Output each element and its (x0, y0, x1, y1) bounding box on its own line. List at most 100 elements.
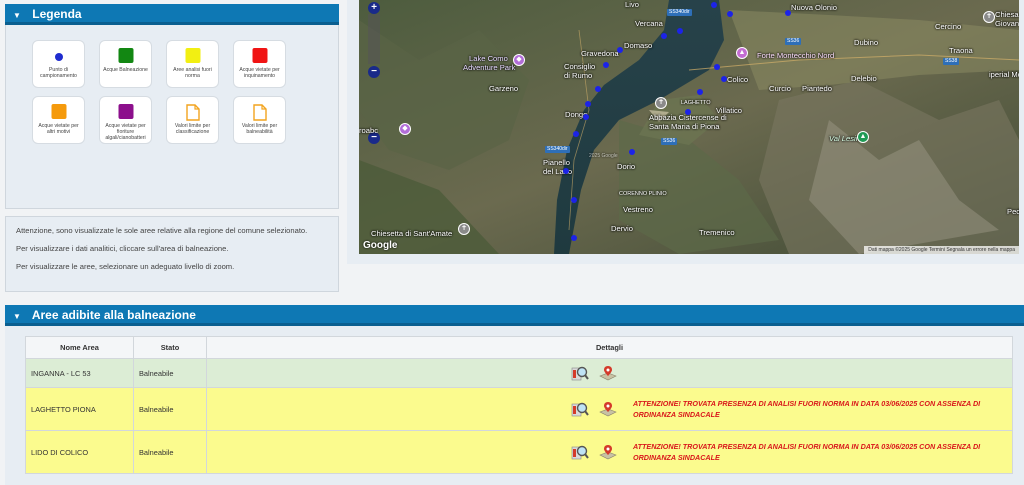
legend-item-other-ban[interactable]: Acque vietate per altri motivi (32, 96, 85, 144)
map-pin-icon[interactable] (599, 400, 617, 418)
green-square-icon (118, 48, 133, 63)
alert-message: ATTENZIONE! TROVATA PRESENZA DI ANALISI … (633, 399, 981, 419)
area-details (206, 358, 1013, 388)
orange-square-icon (51, 104, 66, 119)
sampling-point-marker[interactable] (685, 109, 691, 115)
red-square-icon (252, 48, 267, 63)
satellite-map[interactable]: + − − Livo Vercana Nuova Olonio Cercino … (359, 0, 1019, 254)
area-name: LAGHETTO PIONA (25, 387, 134, 431)
sampling-point-marker[interactable] (661, 33, 667, 39)
map-label-laghetto: LAGHETTO (681, 100, 711, 106)
map-label-pede: Pede (1007, 207, 1019, 216)
church-pin-icon[interactable]: ✝ (458, 223, 470, 235)
sampling-point-marker[interactable] (617, 47, 623, 53)
sampling-point-marker[interactable] (697, 89, 703, 95)
info-line: Per visualizzare le aree, selezionare un… (16, 262, 235, 271)
map-label-piantedo: Piantedo (802, 84, 832, 93)
map-label-dubino: Dubino (854, 38, 879, 47)
sampling-point-marker[interactable] (571, 197, 577, 203)
map-pin-icon[interactable] (599, 443, 617, 461)
area-status: Balneabile (133, 430, 207, 474)
legend-item-bathing-limits[interactable]: Valori limite per balneabilità (233, 96, 286, 144)
map-pin-icon[interactable] (599, 364, 617, 382)
map-label-chiesa: Chiesa (995, 10, 1019, 19)
park-pin-icon[interactable]: ▲ (857, 131, 869, 143)
map-label-nuova-olonio: Nuova Olonio (791, 3, 838, 12)
map-label-dorio: Dorio (617, 162, 636, 171)
area-details: ATTENZIONE! TROVATA PRESENZA DI ANALISI … (206, 387, 1013, 431)
map-label-livo: Livo (625, 0, 639, 9)
sampling-point-marker[interactable] (714, 64, 720, 70)
table-row[interactable]: INGANNA - LC 53 Balneabile (25, 358, 1013, 388)
map-label-watermark: 2025 Google (589, 153, 618, 159)
attraction-pin-icon[interactable]: ◆ (399, 123, 411, 135)
magnifier-analysis-icon[interactable] (571, 400, 589, 418)
legend-label: Acque vietate per altri motivi (38, 123, 79, 136)
map-label-garzeno: Garzeno (489, 84, 519, 93)
area-details: ATTENZIONE! TROVATA PRESENZA DI ANALISI … (206, 430, 1013, 474)
sampling-point-marker[interactable] (595, 86, 601, 92)
church-pin-icon[interactable]: ✝ (983, 11, 995, 23)
legend-label: Acque vietate per inquinamento (239, 67, 280, 80)
road-shield: SS36 (785, 38, 802, 45)
road-shield: SS36 (661, 138, 678, 145)
sampling-point-marker[interactable] (583, 114, 589, 120)
zoom-out-button[interactable]: − (368, 66, 380, 78)
legend-label: Aree analisi fuori norma (173, 67, 212, 80)
legend-item-sampling-point[interactable]: Punto di campionamento (32, 40, 85, 88)
blue-dot-icon (54, 53, 63, 61)
map-label-traona: Traona (949, 46, 973, 55)
legend-item-out-of-norm[interactable]: Aree analisi fuori norma (166, 40, 219, 88)
legend-header[interactable]: ▼ Legenda (5, 4, 339, 25)
table-row[interactable]: LAGHETTO PIONA Balneabile ATTENZIONE! TR… (25, 387, 1013, 431)
sampling-point-marker[interactable] (571, 235, 577, 241)
table-row[interactable]: LIDO DI COLICO Balneabile ATTENZIONE! TR… (25, 430, 1013, 474)
zoom-slider[interactable] (368, 14, 380, 64)
sampling-point-marker[interactable] (563, 168, 569, 174)
sampling-point-marker[interactable] (677, 28, 683, 34)
magnifier-analysis-icon[interactable] (571, 443, 589, 461)
sampling-point-marker[interactable] (721, 76, 727, 82)
map-label-lake-como: Lake Como (469, 54, 508, 63)
legend-grid: Punto di campionamento Acque Balneazione… (32, 40, 296, 144)
legend-label: Valori limite per balneabilità (241, 123, 278, 136)
legend-label: Acque vietate per fioriture algali/ciano… (105, 123, 146, 142)
legend-item-algae-ban[interactable]: Acque vietate per fioriture algali/ciano… (99, 96, 152, 144)
column-header-name: Nome Area (25, 336, 134, 359)
zoom-in-button[interactable]: + (368, 2, 380, 14)
map-label-vestreno: Vestreno (623, 205, 653, 214)
map-label-chiesetta: Chiesetta di Sant'Amate (371, 229, 453, 238)
column-header-status: Stato (133, 336, 207, 359)
purple-square-icon (118, 104, 133, 119)
legend-title: Legenda (32, 7, 82, 21)
church-pin-icon[interactable]: ✝ (655, 97, 667, 109)
landmark-pin-icon[interactable]: ▲ (736, 47, 748, 59)
sampling-point-marker[interactable] (585, 101, 591, 107)
road-shield: SS38 (943, 58, 960, 65)
sampling-point-marker[interactable] (711, 2, 717, 8)
yellow-square-icon (185, 48, 200, 63)
legend-item-classification-limits[interactable]: Valori limite per classificazione (166, 96, 219, 144)
legend-item-pollution-ban[interactable]: Acque vietate per inquinamento (233, 40, 286, 88)
map-label-vercana: Vercana (635, 19, 663, 28)
info-line: Per visualizzare i dati analitici, clicc… (16, 244, 229, 253)
magnifier-analysis-icon[interactable] (571, 364, 589, 382)
areas-header[interactable]: ▼ Aree adibite alla balneazione (5, 305, 1024, 326)
area-status: Balneabile (133, 358, 207, 388)
document-icon (185, 104, 200, 121)
attraction-pin-icon[interactable]: ◆ (513, 54, 525, 66)
map-label-consiglio: Consiglio (564, 62, 596, 71)
map-attribution[interactable]: Dati mappa ©2025 Google Termini Segnala … (864, 246, 1019, 254)
sampling-point-marker[interactable] (727, 11, 733, 17)
sampling-point-marker[interactable] (785, 10, 791, 16)
legend-panel: ▼ Legenda Punto di campionamento Acque B… (5, 4, 339, 209)
legend-item-bathing-waters[interactable]: Acque Balneazione (99, 40, 152, 88)
map-label-pianello: Pianello (543, 158, 571, 167)
areas-panel: ▼ Aree adibite alla balneazione Nome Are… (5, 305, 1024, 485)
sampling-point-marker[interactable] (629, 149, 635, 155)
area-name: INGANNA - LC 53 (25, 358, 134, 388)
sampling-point-marker[interactable] (603, 62, 609, 68)
map-label-tremenico: Tremenico (699, 228, 735, 237)
sampling-point-marker[interactable] (573, 131, 579, 137)
document-icon (252, 104, 267, 121)
